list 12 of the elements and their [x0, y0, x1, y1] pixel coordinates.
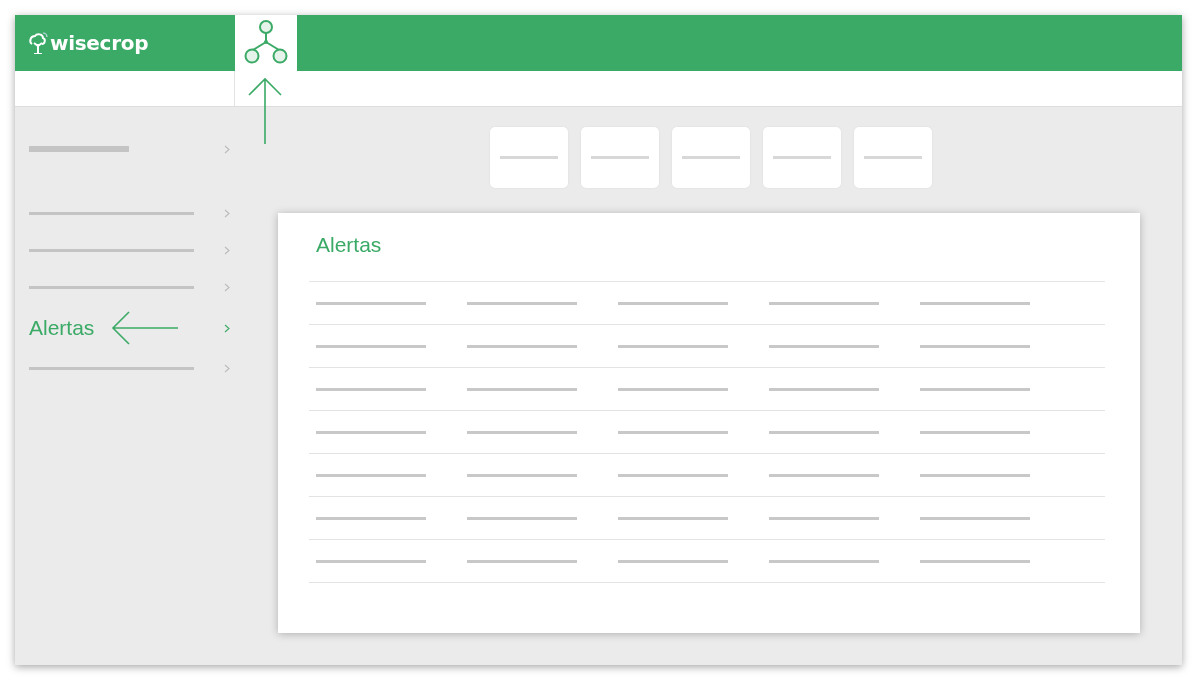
- chevron-icon: [224, 209, 230, 218]
- chevron-icon: [224, 323, 230, 333]
- chevron-icon: [224, 283, 230, 292]
- logo-text: wisecrop: [50, 31, 149, 55]
- sidebar-item[interactable]: Alertas: [29, 306, 230, 350]
- tree-icon: [28, 32, 48, 54]
- chevron-icon: [224, 246, 230, 255]
- app-tile[interactable]: [235, 15, 297, 71]
- chevron-icon: [224, 144, 230, 154]
- panel-title: Alertas: [315, 233, 383, 258]
- network-icon: [243, 20, 289, 66]
- chevron-icon: [224, 364, 230, 373]
